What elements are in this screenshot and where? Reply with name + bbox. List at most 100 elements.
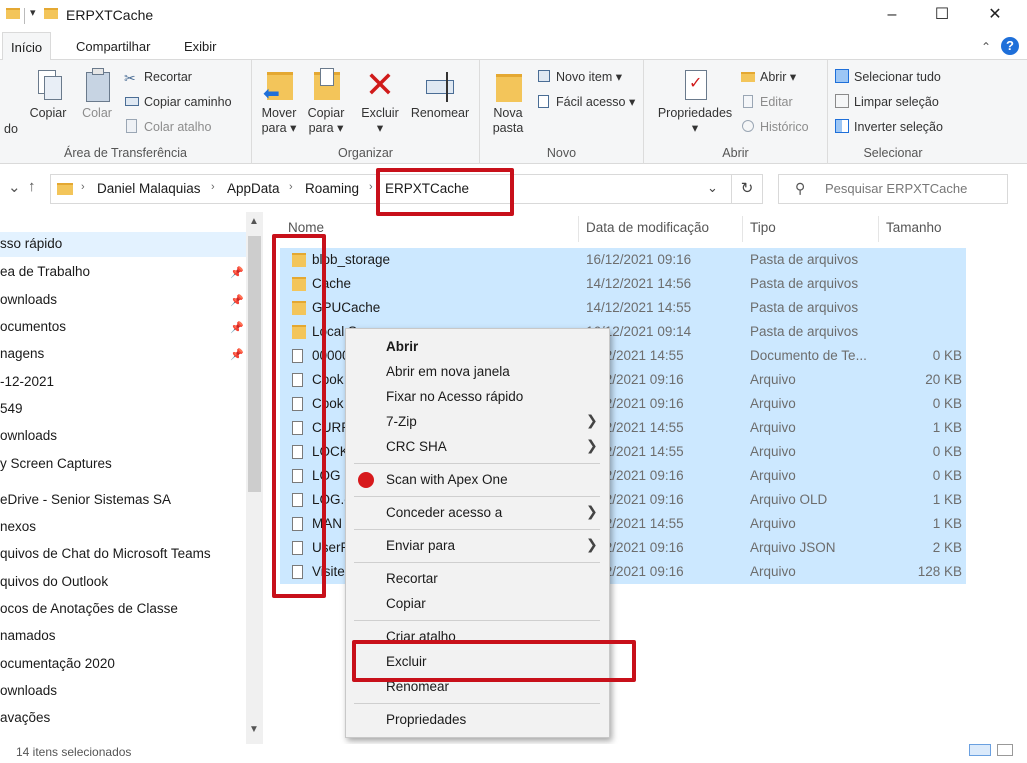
column-name[interactable]: Nome — [288, 220, 324, 235]
edit-button[interactable]: Editar — [740, 92, 793, 112]
recent-locations-icon[interactable]: ⌄ — [8, 178, 21, 196]
properties-button[interactable]: ✓ Propriedades ▾ — [654, 68, 736, 136]
scroll-down-icon[interactable]: ▼ — [249, 724, 259, 735]
nav-item-documentation-2020[interactable]: ocumentação 2020 — [0, 656, 115, 671]
column-date[interactable]: Data de modificação — [586, 220, 709, 235]
ribbon-tabs: Início Compartilhar Exibir ⌃ ? — [0, 32, 1027, 61]
ctx-crc-sha[interactable]: CRC SHA — [386, 439, 447, 454]
nav-item-anexos[interactable]: nexos — [0, 519, 36, 534]
select-all-icon — [834, 69, 850, 83]
scissors-icon: ✂ — [124, 70, 136, 86]
crumb-separator[interactable]: › — [289, 181, 293, 193]
close-button[interactable]: ✕ — [975, 4, 1015, 28]
paste-button[interactable]: Colar — [76, 68, 118, 121]
nav-item-date-folder[interactable]: -12-2021 — [0, 374, 54, 389]
scroll-thumb[interactable] — [248, 236, 261, 492]
nav-item-549[interactable]: 549 — [0, 401, 23, 416]
copy-to-button[interactable]: Copiar para ▾ — [304, 68, 348, 136]
file-size: 20 KB — [925, 372, 962, 387]
ctx-open[interactable]: Abrir — [386, 339, 418, 354]
file-row[interactable]: GPUCache 14/12/2021 14:55 Pasta de arquivo… — [280, 296, 966, 320]
nav-item-screen-captures[interactable]: y Screen Captures — [0, 456, 112, 471]
column-size[interactable]: Tamanho — [886, 220, 942, 235]
move-to-button[interactable]: ⬅ Mover para ▾ — [258, 68, 300, 136]
view-toggle-icons[interactable] — [969, 744, 1019, 758]
paste-shortcut-button[interactable]: Colar atalho — [124, 117, 211, 137]
column-type[interactable]: Tipo — [750, 220, 776, 235]
column-separator[interactable] — [878, 216, 879, 242]
scroll-up-icon[interactable]: ▲ — [249, 216, 259, 227]
apex-one-icon — [358, 472, 374, 488]
quick-access-dropdown-icon[interactable]: ▾ — [30, 6, 36, 19]
ctx-copy[interactable]: Copiar — [386, 596, 426, 611]
clear-selection-button[interactable]: Limpar seleção — [834, 92, 939, 112]
delete-button[interactable]: ✕ Excluir ▾ — [358, 67, 402, 136]
copy-path-button[interactable]: Copiar caminho — [124, 92, 232, 112]
clear-selection-icon — [834, 94, 850, 108]
nav-scrollbar[interactable]: ▲ ▼ — [246, 212, 263, 752]
ctx-7zip[interactable]: 7-Zip — [386, 414, 417, 429]
ctx-scan-apex-one[interactable]: Scan with Apex One — [386, 472, 508, 487]
nav-item-chamados[interactable]: namados — [0, 628, 56, 643]
tab-exibir[interactable]: Exibir — [184, 39, 217, 54]
open-group-label: Abrir — [722, 146, 749, 160]
ctx-send-to[interactable]: Enviar para — [386, 538, 455, 553]
minimize-button[interactable]: – — [872, 4, 912, 28]
pin-icon: 📌 — [230, 322, 244, 334]
help-icon[interactable]: ? — [1001, 37, 1019, 55]
nav-item-documents[interactable]: ocumentos — [0, 319, 66, 334]
crumb-user[interactable]: Daniel Malaquias — [97, 181, 201, 196]
file-row[interactable]: blob_storage 16/12/2021 09:16 Pasta de arq… — [280, 248, 966, 272]
nav-item-images[interactable]: nagens — [0, 346, 44, 361]
nav-item-recordings[interactable]: avações — [0, 710, 50, 725]
pin-icon: 📌 — [230, 295, 244, 307]
nav-item-teams-files[interactable]: quivos de Chat do Microsoft Teams — [0, 546, 211, 561]
crumb-appdata[interactable]: AppData — [227, 181, 280, 196]
history-button[interactable]: Histórico — [740, 117, 809, 137]
address-dropdown-icon[interactable]: ⌄ — [707, 180, 718, 196]
nav-item-downloads[interactable]: ownloads — [0, 292, 57, 307]
easy-access-button[interactable]: Fácil acesso ▾ — [536, 92, 635, 112]
copy-button[interactable]: Copiar — [26, 68, 70, 121]
up-arrow-icon[interactable]: ↑ — [28, 178, 36, 195]
ctx-pin-quick-access[interactable]: Fixar no Acesso rápido — [386, 389, 523, 404]
rename-button[interactable]: Renomear — [408, 68, 472, 121]
refresh-button[interactable]: ↻ — [731, 174, 763, 204]
nav-item-downloads-3[interactable]: ownloads — [0, 683, 57, 698]
ctx-properties[interactable]: Propriedades — [386, 712, 466, 727]
tab-inicio[interactable]: Início — [2, 32, 52, 61]
ctx-cut[interactable]: Recortar — [386, 571, 438, 586]
column-separator[interactable] — [578, 216, 579, 242]
nav-item-class-notebooks[interactable]: ocos de Anotações de Classe — [0, 601, 178, 616]
submenu-arrow-icon: ❯ — [586, 437, 598, 453]
crumb-separator[interactable]: › — [81, 181, 85, 193]
column-separator[interactable] — [742, 216, 743, 242]
pin-button-partial[interactable]: do — [4, 122, 18, 136]
nav-item-outlook-files[interactable]: quivos do Outlook — [0, 574, 108, 589]
nav-item-downloads-2[interactable]: ownloads — [0, 428, 57, 443]
invert-selection-button[interactable]: Inverter seleção — [834, 117, 943, 137]
cut-button[interactable]: ✂ Recortar — [124, 67, 192, 87]
tab-compartilhar[interactable]: Compartilhar — [76, 39, 150, 54]
new-item-button[interactable]: Novo item ▾ — [536, 67, 622, 87]
crumb-roaming[interactable]: Roaming — [305, 181, 359, 196]
nav-item-onedrive[interactable]: eDrive - Senior Sistemas SA — [0, 492, 171, 507]
nav-item-desktop[interactable]: ea de Trabalho — [0, 264, 90, 279]
nav-item-quick-access[interactable]: sso rápido — [0, 236, 62, 251]
file-type: Pasta de arquivos — [750, 276, 859, 291]
details-view-icon[interactable] — [969, 744, 991, 756]
file-row[interactable]: Cache 14/12/2021 14:56 Pasta de arquivos — [280, 272, 966, 296]
search-box[interactable]: ⚲ Pesquisar ERPXTCache — [778, 174, 1008, 204]
select-all-button[interactable]: Selecionar tudo — [834, 67, 941, 87]
open-button[interactable]: Abrir ▾ — [740, 67, 796, 87]
crumb-separator[interactable]: › — [211, 181, 215, 193]
ribbon-collapse-icon[interactable]: ⌃ — [981, 40, 991, 54]
new-folder-button[interactable]: Nova pasta — [488, 68, 528, 136]
title-separator — [24, 8, 25, 24]
large-icons-view-icon[interactable] — [997, 744, 1013, 756]
crumb-separator[interactable]: › — [369, 181, 373, 193]
ctx-grant-access[interactable]: Conceder acesso a — [386, 505, 502, 520]
ctx-open-new-window[interactable]: Abrir em nova janela — [386, 364, 510, 379]
file-type: Arquivo — [750, 516, 796, 531]
maximize-button[interactable]: ☐ — [922, 4, 962, 28]
